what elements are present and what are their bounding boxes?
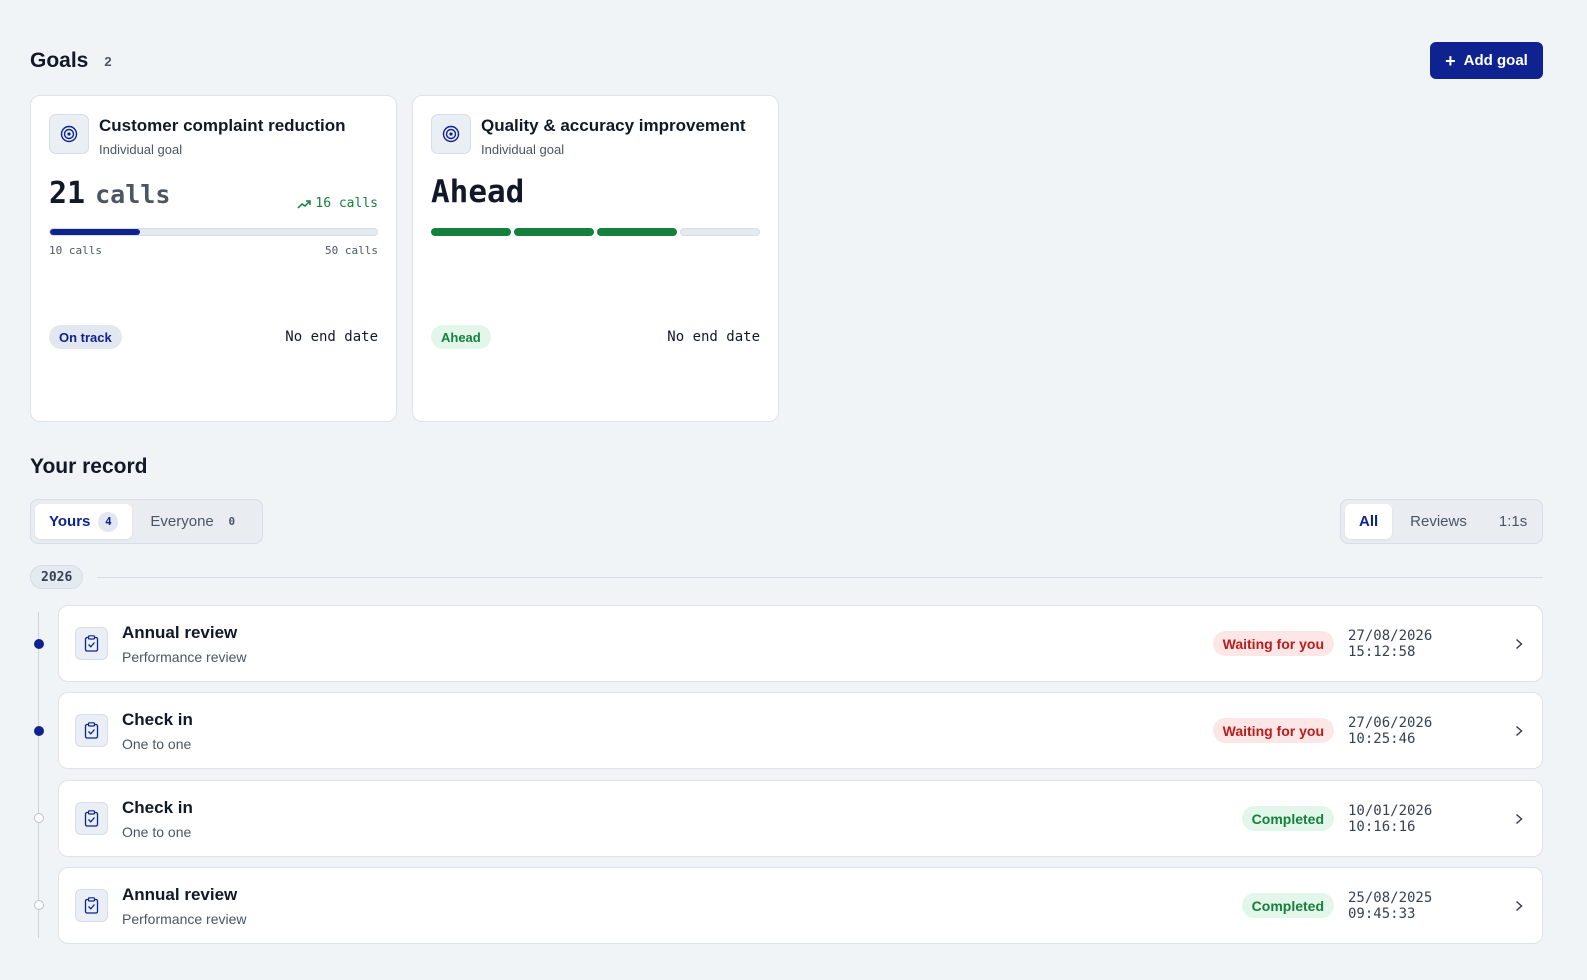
record-title: Your record [30,455,148,478]
record-date: 10/01/2026 10:16:16 [1348,802,1433,835]
metric-value: 21 [49,176,86,211]
record-date: 27/08/2026 15:12:58 [1348,627,1433,660]
record-title-text: Check in [122,798,193,817]
trend-value: 16 calls [315,196,378,211]
record-title-text: Check in [122,710,193,729]
clipboard-check-icon [75,714,108,747]
filter-tabs: All Reviews 1:1s [1340,499,1543,544]
goal-status-word: Ahead [431,174,525,210]
goal-progress-bar [49,228,378,236]
progress-segment [597,228,677,236]
record-title-text: Annual review [122,885,238,904]
add-goal-button[interactable]: + Add goal [1430,42,1543,79]
goal-segment-progress [431,228,760,236]
goal-name: Quality & accuracy improvement [481,116,746,135]
tab-everyone[interactable]: Everyone 0 [136,504,255,539]
record-item[interactable]: Check in One to one Waiting for you 27/0… [58,692,1543,769]
tab-label: Everyone [150,513,214,530]
clipboard-check-icon [75,802,108,835]
chevron-right-icon [1512,900,1526,912]
goals-count: 2 [104,53,112,69]
clipboard-check-icon [75,627,108,660]
progress-segment [680,228,760,236]
target-icon [431,114,471,154]
tab-label: Yours [49,513,91,530]
tab-all[interactable]: All [1345,504,1393,539]
add-goal-label: Add goal [1463,52,1528,69]
target-icon [49,114,89,154]
divider-line [97,576,1543,578]
status-badge: Completed [1241,893,1334,918]
record-date: 27/06/2026 10:25:46 [1348,714,1433,747]
timeline-dot [34,639,44,649]
goals-header: Goals 2 + Add goal [30,42,1543,80]
tab-yours[interactable]: Yours 4 [35,504,133,539]
chevron-right-icon [1512,638,1526,650]
year-label: 2026 [30,565,84,589]
timeline-dot [34,813,44,823]
range-max: 50 calls [325,244,378,257]
status-badge: Ahead [431,325,491,349]
record-item[interactable]: Check in One to one Completed 10/01/2026… [58,780,1543,857]
record-subtitle: One to one [122,736,192,752]
status-badge: On track [49,325,122,349]
record-subtitle: Performance review [122,649,247,665]
goal-card-complaint-reduction[interactable]: Customer complaint reduction Individual … [30,95,397,422]
timeline-dot [34,900,44,910]
goal-end-date: No end date [667,329,760,345]
goal-type: Individual goal [481,142,565,157]
progress-segment [431,228,511,236]
goal-progress-fill [50,229,140,235]
record-date: 25/08/2025 09:45:33 [1348,889,1433,922]
chevron-right-icon [1512,813,1526,825]
timeline-dot [34,726,44,736]
plus-icon: + [1445,50,1456,71]
status-badge: Completed [1241,806,1334,831]
tab-reviews[interactable]: Reviews [1396,504,1481,539]
timeline-line [38,612,39,938]
tab-count: 0 [228,515,236,528]
goal-name: Customer complaint reduction [99,116,346,135]
clipboard-check-icon [75,889,108,922]
tab-count: 4 [98,511,119,532]
year-divider: 2026 [30,565,1543,589]
goal-end-date: No end date [285,329,378,345]
record-item[interactable]: Annual review Performance review Complet… [58,867,1543,944]
progress-segment [514,228,594,236]
trend-up-icon [297,199,312,209]
scope-tabs: Yours 4 Everyone 0 [30,499,263,544]
status-badge: Waiting for you [1212,718,1334,743]
goals-title: Goals [30,49,89,72]
tab-one-to-ones[interactable]: 1:1s [1485,504,1541,539]
status-badge: Waiting for you [1212,631,1334,656]
range-min: 10 calls [49,244,102,257]
record-subtitle: Performance review [122,911,247,927]
trend-indicator: 16 calls [297,196,378,211]
record-item[interactable]: Annual review Performance review Waiting… [58,605,1543,682]
metric-unit: calls [95,180,171,209]
chevron-right-icon [1512,725,1526,737]
goal-card-quality-accuracy[interactable]: Quality & accuracy improvement Individua… [412,95,779,422]
goal-type: Individual goal [99,142,183,157]
record-subtitle: One to one [122,824,192,840]
goal-metric: 21 calls [49,176,170,211]
record-title-text: Annual review [122,623,238,642]
